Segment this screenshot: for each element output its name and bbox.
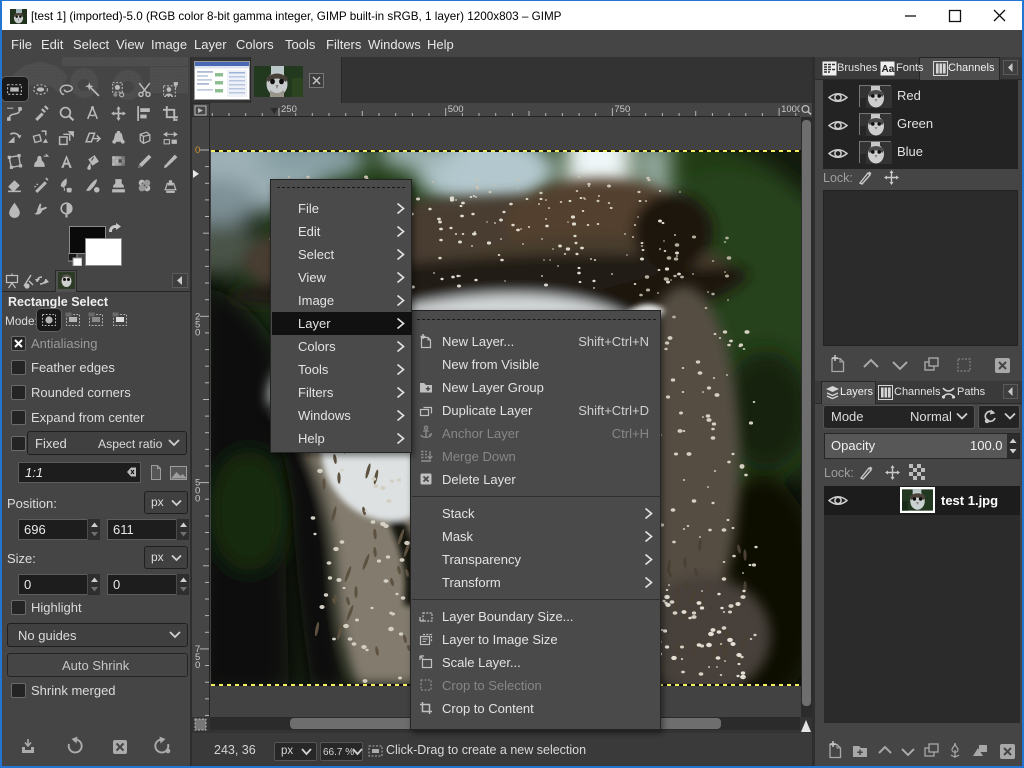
- svg-text:Aa: Aa: [882, 64, 895, 75]
- svg-text:0: 0: [195, 494, 200, 505]
- svg-text:0: 0: [195, 327, 200, 338]
- svg-text:0: 0: [195, 660, 200, 671]
- svg-text:500: 500: [448, 104, 464, 115]
- svg-text:1000: 1000: [781, 104, 800, 115]
- svg-text:250: 250: [281, 104, 297, 115]
- svg-text:750: 750: [614, 104, 630, 115]
- svg-text:0: 0: [195, 145, 200, 156]
